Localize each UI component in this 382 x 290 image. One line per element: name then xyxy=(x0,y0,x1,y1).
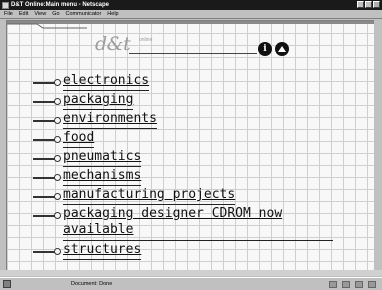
pin-bullet-icon xyxy=(33,134,63,148)
link-structures[interactable]: structures xyxy=(63,242,142,260)
menu-file[interactable]: File xyxy=(4,11,13,17)
netscape-icon xyxy=(2,1,9,9)
pin-bullet-icon xyxy=(33,77,63,91)
link-mechanisms[interactable]: mechanisms xyxy=(63,168,142,186)
pin-bullet-icon xyxy=(33,153,63,167)
pin-bullet-icon xyxy=(33,191,63,205)
link-pneumatics[interactable]: pneumatics xyxy=(63,149,142,167)
pin-bullet-icon xyxy=(33,172,63,186)
composer-icon[interactable] xyxy=(368,280,376,288)
menu-go[interactable]: Go xyxy=(52,11,59,17)
menu-item-packaging-designer-cdrom: packaging designer CDROM now available xyxy=(33,206,373,242)
status-text: Document: Done xyxy=(71,281,113,287)
up-button[interactable] xyxy=(275,42,289,56)
menu-bar: File Edit View Go Communicator Help xyxy=(0,10,382,19)
menu-item-food: food xyxy=(33,130,373,149)
title-bar: D&T Online:Main menu - Netscape xyxy=(0,0,382,10)
maximize-button[interactable] xyxy=(365,1,372,8)
link-manufacturing-projects[interactable]: manufacturing projects xyxy=(63,187,236,205)
site-logo: d&t xyxy=(95,33,131,55)
pin-bullet-icon xyxy=(33,96,63,110)
newsgroup-icon[interactable] xyxy=(355,280,363,288)
menu-item-manufacturing-projects: manufacturing projects xyxy=(33,187,373,206)
menu-item-structures: structures xyxy=(33,242,373,261)
window-title: D&T Online:Main menu - Netscape xyxy=(11,2,110,8)
info-button[interactable]: i xyxy=(258,42,272,56)
link-packaging[interactable]: packaging xyxy=(63,92,134,110)
menu-help[interactable]: Help xyxy=(107,11,118,17)
menu-edit[interactable]: Edit xyxy=(19,11,28,17)
menu-item-environments: environments xyxy=(33,111,373,130)
menu-item-electronics: electronics xyxy=(33,73,373,92)
menu-view[interactable]: View xyxy=(34,11,46,17)
window-controls xyxy=(357,1,380,8)
menu-communicator[interactable]: Communicator xyxy=(66,11,102,17)
pin-bullet-icon xyxy=(33,246,63,260)
component-bar xyxy=(329,280,376,288)
menu-item-mechanisms: mechanisms xyxy=(33,168,373,187)
logo-superscript: online xyxy=(139,37,153,43)
menu-item-packaging: packaging xyxy=(33,92,373,111)
link-food[interactable]: food xyxy=(63,130,95,148)
menu-item-pneumatics: pneumatics xyxy=(33,149,373,168)
link-packaging-designer-cdrom[interactable]: packaging designer CDROM now available xyxy=(63,206,333,241)
horizontal-scrollbar[interactable] xyxy=(0,270,382,276)
security-lock-icon[interactable] xyxy=(3,280,11,288)
link-electronics[interactable]: electronics xyxy=(63,73,150,91)
navigator-icon[interactable] xyxy=(329,280,337,288)
mail-icon[interactable] xyxy=(342,280,350,288)
pin-bullet-icon xyxy=(33,115,63,129)
status-bar: Document: Done xyxy=(0,277,382,290)
info-icon: i xyxy=(263,44,267,54)
main-menu: electronics packaging environments food … xyxy=(33,73,373,261)
logo-rule xyxy=(129,53,257,54)
link-environments[interactable]: environments xyxy=(63,111,157,129)
minimize-button[interactable] xyxy=(357,1,364,8)
pin-bullet-icon xyxy=(33,210,63,224)
close-button[interactable] xyxy=(373,1,380,8)
page-content: d&t online i electronics packaging envir… xyxy=(6,20,374,276)
tab-decoration xyxy=(7,23,87,29)
up-arrow-icon xyxy=(278,46,286,52)
